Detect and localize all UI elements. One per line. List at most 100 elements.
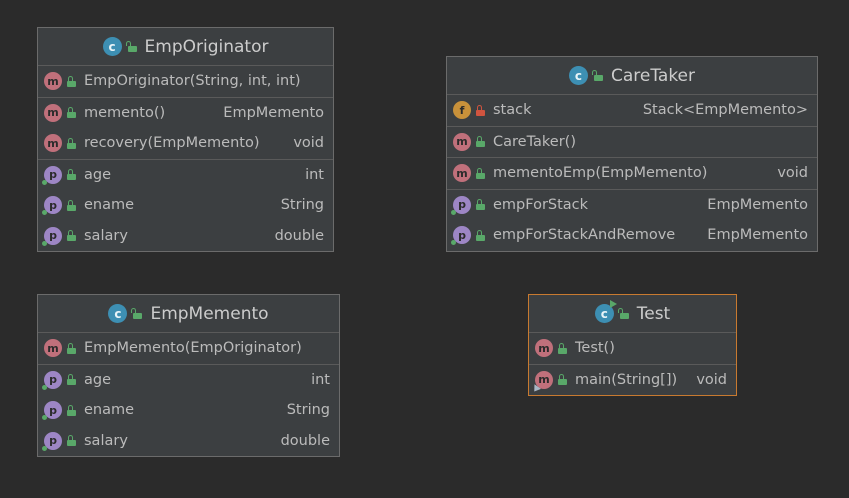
method-row[interactable]: m recovery(EmpMemento) void <box>38 128 333 159</box>
constructor-row[interactable]: m Test() <box>529 333 736 364</box>
method-icon: m <box>44 339 62 358</box>
member-name: stack <box>493 102 532 119</box>
public-lock-icon <box>476 136 485 148</box>
member-name: EmpMemento(EmpOriginator) <box>84 340 302 357</box>
property-icon: p <box>451 226 471 246</box>
public-lock-icon <box>67 404 76 416</box>
constructors-section: m EmpMemento(EmpOriginator) <box>38 333 339 365</box>
class-box-test[interactable]: c Test m Test() m main(String[]) void <box>528 294 737 396</box>
member-name: salary <box>84 227 128 244</box>
member-name: main(String[]) <box>575 371 678 388</box>
class-header[interactable]: c Test <box>529 295 736 333</box>
properties-section: p age int p ename String p salary double <box>38 160 333 252</box>
method-icon: m <box>44 103 62 122</box>
member-type: int <box>305 166 324 183</box>
member-name: empForStack <box>493 196 589 213</box>
constructor-row[interactable]: m EmpOriginator(String, int, int) <box>38 66 333 97</box>
member-type: Stack<EmpMemento> <box>642 102 808 119</box>
public-lock-icon <box>131 308 143 319</box>
method-icon: m <box>535 339 553 358</box>
member-type: String <box>286 402 330 419</box>
property-row[interactable]: p empForStackAndRemove EmpMemento <box>447 220 817 251</box>
class-title: Test <box>636 303 671 324</box>
method-icon: m <box>44 134 62 153</box>
runnable-class-icon: c <box>594 300 617 323</box>
class-icon: c <box>102 37 122 56</box>
method-row[interactable]: m main(String[]) void <box>529 365 736 396</box>
class-title: CareTaker <box>610 65 696 86</box>
member-name: age <box>84 371 112 388</box>
class-title: EmpMemento <box>150 303 269 324</box>
public-lock-icon <box>67 137 76 149</box>
public-lock-icon <box>617 308 629 319</box>
constructor-row[interactable]: m CareTaker() <box>447 127 817 158</box>
property-row[interactable]: p ename String <box>38 395 339 426</box>
class-header[interactable]: c EmpMemento <box>38 295 339 333</box>
public-lock-icon <box>67 435 76 447</box>
class-title: EmpOriginator <box>144 36 269 57</box>
method-row[interactable]: m memento() EmpMemento <box>38 98 333 129</box>
field-icon: f <box>453 101 471 120</box>
property-icon: p <box>42 196 62 216</box>
method-icon: m <box>44 72 62 91</box>
constructors-section: m EmpOriginator(String, int, int) <box>38 66 333 98</box>
member-type: double <box>280 432 330 449</box>
public-lock-icon <box>67 230 76 242</box>
member-type: EmpMemento <box>707 196 808 213</box>
member-name: ename <box>84 402 135 419</box>
method-icon: m <box>453 132 471 151</box>
member-name: salary <box>84 432 128 449</box>
static-method-icon: m <box>535 370 553 389</box>
member-name: memento() <box>84 104 166 121</box>
property-icon: p <box>42 226 62 246</box>
property-row[interactable]: p age int <box>38 160 333 191</box>
property-row[interactable]: p ename String <box>38 190 333 221</box>
constructors-section: m Test() <box>529 333 736 365</box>
method-row[interactable]: m mementoEmp(EmpMemento) void <box>447 158 817 189</box>
public-lock-icon <box>67 374 76 386</box>
member-type: void <box>777 165 808 182</box>
methods-section: m mementoEmp(EmpMemento) void <box>447 158 817 190</box>
member-type: int <box>311 371 330 388</box>
class-box-emp-memento[interactable]: c EmpMemento m EmpMemento(EmpOriginator)… <box>37 294 340 457</box>
member-type: void <box>293 135 324 152</box>
class-header[interactable]: c CareTaker <box>447 57 817 95</box>
member-type: String <box>280 197 324 214</box>
property-row[interactable]: p age int <box>38 365 339 396</box>
property-row[interactable]: p empForStack EmpMemento <box>447 190 817 221</box>
public-lock-icon <box>476 167 485 179</box>
member-name: EmpOriginator(String, int, int) <box>84 73 301 90</box>
field-row[interactable]: f stack Stack<EmpMemento> <box>447 95 817 126</box>
member-name: empForStackAndRemove <box>493 227 676 244</box>
public-lock-icon <box>591 70 603 81</box>
constructor-row[interactable]: m EmpMemento(EmpOriginator) <box>38 333 339 364</box>
public-lock-icon <box>476 199 485 211</box>
public-lock-icon <box>476 229 485 241</box>
property-icon: p <box>42 165 62 185</box>
public-lock-icon <box>558 342 567 354</box>
property-icon: p <box>42 370 62 390</box>
public-lock-icon <box>67 342 76 354</box>
public-lock-icon <box>67 75 76 87</box>
class-box-emp-originator[interactable]: c EmpOriginator m EmpOriginator(String, … <box>37 27 334 252</box>
property-icon: p <box>42 401 62 421</box>
property-icon: p <box>451 195 471 215</box>
class-header[interactable]: c EmpOriginator <box>38 28 333 66</box>
member-type: void <box>696 371 727 388</box>
member-name: CareTaker() <box>493 133 576 150</box>
member-name: recovery(EmpMemento) <box>84 135 260 152</box>
member-name: ename <box>84 197 135 214</box>
property-row[interactable]: p salary double <box>38 221 333 252</box>
properties-section: p empForStack EmpMemento p empForStackAn… <box>447 190 817 251</box>
member-name: age <box>84 166 112 183</box>
class-box-care-taker[interactable]: c CareTaker f stack Stack<EmpMemento> m … <box>446 56 818 252</box>
constructors-section: m CareTaker() <box>447 127 817 158</box>
public-lock-icon <box>125 41 137 52</box>
properties-section: p age int p ename String p salary double <box>38 365 339 457</box>
public-lock-icon <box>67 107 76 119</box>
methods-section: m main(String[]) void <box>529 365 736 396</box>
public-lock-icon <box>67 199 76 211</box>
public-lock-icon <box>67 169 76 181</box>
property-row[interactable]: p salary double <box>38 426 339 457</box>
member-name: Test() <box>575 340 615 357</box>
